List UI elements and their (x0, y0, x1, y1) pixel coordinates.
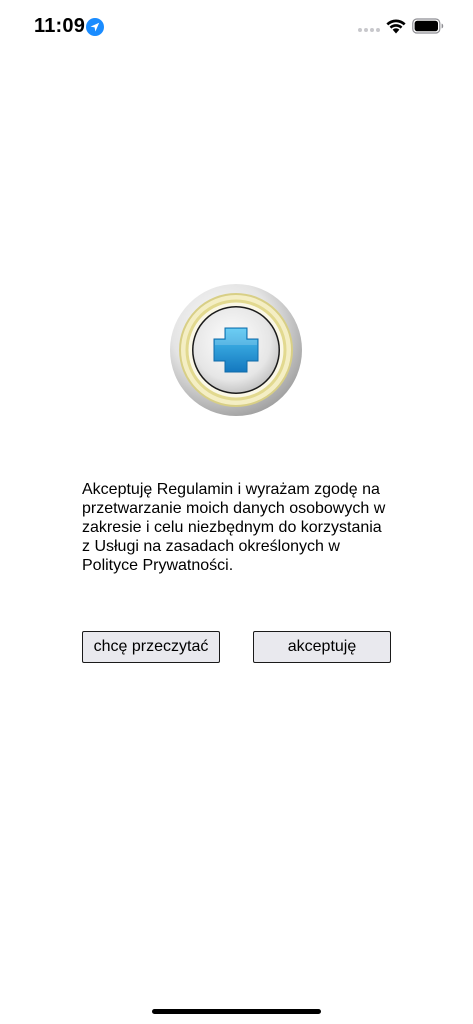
wifi-icon (386, 19, 406, 34)
status-bar: 11:09 (0, 0, 473, 54)
home-indicator[interactable] (152, 1009, 321, 1014)
location-arrow-icon (86, 18, 104, 36)
accept-button[interactable]: akceptuję (253, 631, 391, 663)
status-time: 11:09 (34, 15, 86, 37)
battery-icon (412, 18, 444, 34)
medical-cross-logo-icon (170, 284, 302, 416)
read-terms-button[interactable]: chcę przeczytać (82, 631, 220, 663)
cellular-signal-icon (358, 28, 380, 32)
consent-text: Akceptuję Regulamin i wyrażam zgodę na p… (82, 481, 386, 574)
